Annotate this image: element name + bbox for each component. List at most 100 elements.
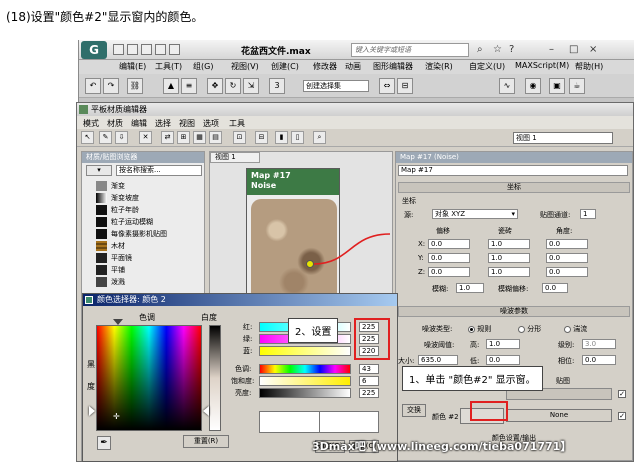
show-map-icon[interactable]: ▦	[193, 131, 206, 144]
put-to-scene-icon[interactable]: ⇩	[115, 131, 128, 144]
render-setup-button[interactable]: ▣	[549, 78, 565, 94]
blur-field[interactable]: 1.0	[456, 283, 484, 293]
list-item[interactable]: 木材	[96, 240, 204, 252]
pick-material-icon[interactable]: ✎	[99, 131, 112, 144]
curve-editor-button[interactable]: ∿	[499, 78, 515, 94]
menu-maxscript[interactable]: MAXScript(M)	[515, 61, 569, 70]
max-logo-icon[interactable]: G	[81, 41, 107, 59]
magnify-icon[interactable]: ⌕	[313, 131, 326, 144]
menu-animation[interactable]: 动画	[345, 61, 361, 72]
menu-graph-editors[interactable]: 图形编辑器	[373, 61, 413, 72]
noise-type-turbulence[interactable]: 湍流	[564, 324, 587, 334]
move-button[interactable]: ✥	[207, 78, 223, 94]
menu-rendering[interactable]: 渲染(R)	[425, 61, 453, 72]
binoculars-icon[interactable]: ⌕	[477, 44, 483, 55]
menu-tools[interactable]: 工具(T)	[155, 61, 182, 72]
color1-map-checkbox[interactable]: ✓	[618, 390, 626, 398]
hue-blackness-picker[interactable]	[96, 325, 202, 431]
redo-button[interactable]: ↷	[103, 78, 119, 94]
rotate-button[interactable]: ↻	[225, 78, 241, 94]
align-button[interactable]: ⊟	[397, 78, 413, 94]
browser-search-input[interactable]: 按名称搜索...	[116, 165, 202, 176]
move-children-icon[interactable]: ⇄	[161, 131, 174, 144]
size-field[interactable]: 635.0	[418, 355, 458, 365]
offset-x-field[interactable]: 0.0	[428, 239, 470, 249]
open-file-icon[interactable]	[127, 44, 138, 55]
tiling-x-field[interactable]: 1.0	[488, 239, 530, 249]
list-item[interactable]: 平面镜	[96, 252, 204, 264]
list-item[interactable]: 每像素摄影机贴图	[96, 228, 204, 240]
select-object-button[interactable]: ▲	[163, 78, 179, 94]
low-field[interactable]: 0.0	[486, 355, 520, 365]
menu-customize[interactable]: 自定义(U)	[469, 61, 505, 72]
blue-slider[interactable]	[259, 346, 351, 356]
select-by-name-button[interactable]: ≡	[181, 78, 197, 94]
close-icon[interactable]: ×	[589, 44, 597, 55]
save-file-icon[interactable]	[141, 44, 152, 55]
menu-edit[interactable]: 编辑(E)	[119, 61, 146, 72]
star-icon[interactable]: ☆	[493, 44, 502, 55]
view-select-dropdown[interactable]: 视图 1	[513, 132, 613, 144]
named-selection-dropdown[interactable]: 创建选择集	[303, 80, 369, 92]
noise-type-regular[interactable]: 规则	[468, 324, 491, 334]
phase-field[interactable]: 0.0	[582, 355, 616, 365]
map-channel-field[interactable]: 1	[580, 209, 596, 219]
scale-button[interactable]: ⇲	[243, 78, 259, 94]
high-field[interactable]: 1.0	[486, 339, 520, 349]
noise-type-fractal[interactable]: 分形	[518, 324, 541, 334]
swap-button[interactable]: 交换	[402, 404, 426, 417]
select-link-button[interactable]: ⛓	[127, 78, 143, 94]
select-tool-icon[interactable]: ↖	[81, 131, 94, 144]
sme-menu-modes[interactable]: 模式	[83, 118, 99, 129]
layout-all-icon[interactable]: ⊡	[233, 131, 246, 144]
saturation-slider[interactable]	[259, 376, 351, 386]
blur-offset-field[interactable]: 0.0	[542, 283, 568, 293]
menu-views[interactable]: 视图(V)	[231, 61, 259, 72]
help-search-input[interactable]: 键入关键字或短语	[351, 43, 469, 57]
angle-z-field[interactable]: 0.0	[546, 267, 588, 277]
hide-unused-icon[interactable]: ⊞	[177, 131, 190, 144]
tiling-z-field[interactable]: 1.0	[488, 267, 530, 277]
minimize-icon[interactable]: –	[549, 44, 554, 55]
view-tab[interactable]: 视图 1	[210, 152, 260, 163]
whiteness-slider[interactable]	[209, 325, 221, 431]
sme-menu-select[interactable]: 选择	[155, 118, 171, 129]
mirror-button[interactable]: ⇔	[379, 78, 395, 94]
browser-options-icon[interactable]: ▾	[86, 165, 112, 176]
hue-slider[interactable]	[259, 364, 351, 374]
parameter-editor-icon[interactable]: ▮	[275, 131, 288, 144]
sme-menu-view[interactable]: 视图	[179, 118, 195, 129]
color2-map-checkbox[interactable]: ✓	[618, 412, 626, 420]
list-item[interactable]: 粒子运动模糊	[96, 216, 204, 228]
angle-y-field[interactable]: 0.0	[546, 253, 588, 263]
noise-params-rollout[interactable]: 噪波参数	[398, 306, 630, 317]
value-field[interactable]: 225	[359, 388, 379, 398]
undo-icon[interactable]	[155, 44, 166, 55]
snap-button[interactable]: 3	[269, 78, 285, 94]
levels-field[interactable]: 3.0	[582, 339, 616, 349]
tiling-y-field[interactable]: 1.0	[488, 253, 530, 263]
menu-modifiers[interactable]: 修改器	[313, 61, 337, 72]
sme-menu-material[interactable]: 材质	[107, 118, 123, 129]
offset-y-field[interactable]: 0.0	[428, 253, 470, 263]
render-button[interactable]: ☕	[569, 78, 585, 94]
redo-icon[interactable]	[169, 44, 180, 55]
menu-group[interactable]: 组(G)	[193, 61, 213, 72]
blackness-pointer-icon[interactable]	[89, 406, 95, 416]
browser-icon[interactable]: ▯	[291, 131, 304, 144]
eyedropper-icon[interactable]: ✒	[97, 436, 111, 450]
undo-button[interactable]: ↶	[85, 78, 101, 94]
whiteness-pointer-icon[interactable]	[203, 406, 209, 416]
list-item[interactable]: 平铺	[96, 264, 204, 276]
sme-menu-edit[interactable]: 编辑	[131, 118, 147, 129]
source-dropdown[interactable]: 对象 XYZ ▾	[432, 209, 518, 219]
background-icon[interactable]: ▤	[209, 131, 222, 144]
reset-button[interactable]: 重置(R)	[183, 435, 229, 448]
menu-help[interactable]: 帮助(H)	[575, 61, 603, 72]
list-item[interactable]: 渐变	[96, 180, 204, 192]
map-name-field[interactable]: Map #17	[398, 165, 628, 176]
sme-menu-tools[interactable]: 工具	[229, 118, 245, 129]
material-editor-button[interactable]: ◉	[525, 78, 541, 94]
sme-menu-options[interactable]: 选项	[203, 118, 219, 129]
delete-icon[interactable]: ✕	[139, 131, 152, 144]
